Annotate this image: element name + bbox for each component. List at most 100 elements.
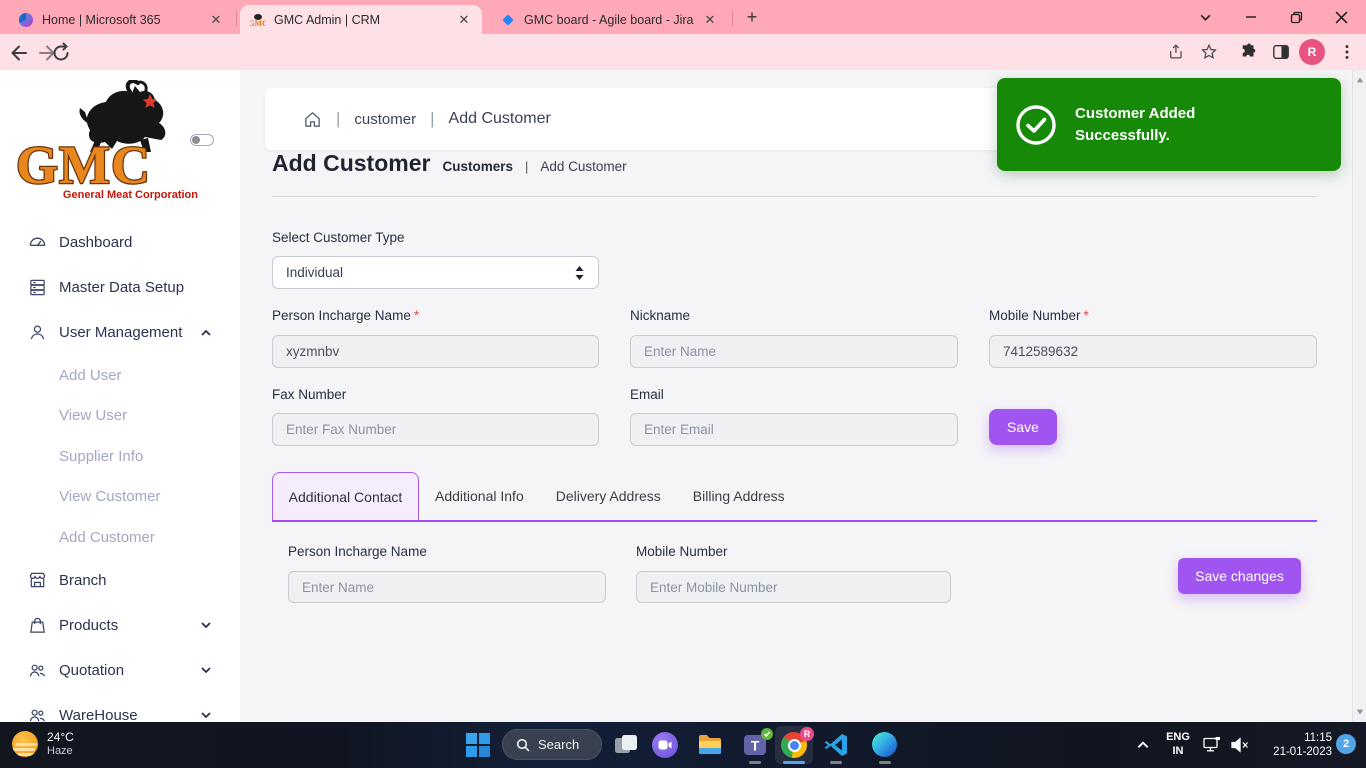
tab-separator xyxy=(732,10,733,26)
chat-icon[interactable] xyxy=(652,732,678,758)
sidebar-item-view-customer[interactable]: View Customer xyxy=(0,477,240,518)
sidebar-item-user-management[interactable]: User Management xyxy=(0,310,240,355)
sidebar: GMC General Meat Corporation Dashboard M… xyxy=(0,70,240,722)
taskbar-search[interactable]: Search xyxy=(502,729,602,760)
window-restore-icon[interactable] xyxy=(1274,0,1318,34)
vscode-icon[interactable] xyxy=(823,732,849,758)
sidebar-item-view-user[interactable]: View User xyxy=(0,396,240,437)
network-icon[interactable] xyxy=(1202,735,1222,755)
sidebar-item-label: Quotation xyxy=(59,662,124,679)
extensions-puzzle-icon[interactable] xyxy=(1240,43,1258,61)
share-icon[interactable] xyxy=(1168,43,1186,61)
new-tab-button[interactable]: + xyxy=(742,8,762,28)
notification-badge[interactable]: 2 xyxy=(1336,734,1356,754)
tab-additional-info[interactable]: Additional Info xyxy=(419,472,540,520)
browser-tab-gmc-admin[interactable]: GMC GMC Admin | CRM ✕ xyxy=(240,5,482,34)
sidebar-item-quotation[interactable]: Quotation xyxy=(0,648,240,693)
page-title: Add Customer xyxy=(272,150,430,177)
browser-profile-avatar[interactable]: R xyxy=(1299,39,1325,65)
language-indicator[interactable]: ENG IN xyxy=(1163,730,1193,759)
tray-chevron-up-icon[interactable] xyxy=(1136,738,1150,752)
mobile-input[interactable] xyxy=(989,335,1317,368)
screen: Home | Microsoft 365 ✕ GMC GMC Admin | C… xyxy=(0,0,1366,768)
chrome-icon[interactable]: R xyxy=(781,732,807,758)
customer-type-select[interactable]: Individual xyxy=(272,256,599,289)
file-explorer-icon[interactable] xyxy=(697,732,723,758)
breadcrumb-separator: | xyxy=(430,109,434,129)
sidebar-item-supplier-info[interactable]: Supplier Info xyxy=(0,436,240,477)
sidebar-item-master-data-setup[interactable]: Master Data Setup xyxy=(0,265,240,310)
breadcrumb-page: Add Customer xyxy=(449,110,551,128)
sidebar-item-label: Master Data Setup xyxy=(59,279,184,296)
success-toast[interactable]: Customer Added Successfully. xyxy=(997,78,1341,171)
task-view-icon[interactable] xyxy=(613,732,639,758)
tab-delivery-address[interactable]: Delivery Address xyxy=(540,472,677,520)
window-minimize-icon[interactable] xyxy=(1229,0,1273,34)
panel-mobile-input[interactable] xyxy=(636,571,951,603)
page-scrollbar[interactable] xyxy=(1352,70,1366,722)
tab-close-icon[interactable]: ✕ xyxy=(702,12,718,28)
person-incharge-input[interactable] xyxy=(272,335,599,368)
email-input[interactable] xyxy=(630,413,958,446)
page-crumb-parent[interactable]: Customers xyxy=(442,159,513,174)
side-panel-icon[interactable] xyxy=(1272,43,1290,61)
weather-haze-icon xyxy=(12,731,38,757)
teams-icon[interactable]: T xyxy=(742,732,768,758)
chevron-down-icon xyxy=(200,619,212,631)
taskbar: 24°C Haze Search T R xyxy=(0,722,1366,768)
tab-close-icon[interactable]: ✕ xyxy=(456,12,472,28)
customer-type-value: Individual xyxy=(286,265,343,280)
fax-input[interactable] xyxy=(272,413,599,446)
sidebar-item-add-customer[interactable]: Add Customer xyxy=(0,517,240,558)
chevron-down-icon xyxy=(200,709,212,721)
select-spinner-icon xyxy=(574,266,585,280)
toast-message: Customer Added Successfully. xyxy=(1075,103,1245,147)
save-button[interactable]: Save xyxy=(989,409,1057,445)
mobile-label: Mobile Number* xyxy=(989,308,1089,323)
edge-icon[interactable] xyxy=(872,732,898,758)
volume-muted-icon[interactable] xyxy=(1230,736,1249,754)
main-content: | customer | Add Customer Customer Added… xyxy=(240,70,1352,722)
browser-tab-microsoft365[interactable]: Home | Microsoft 365 ✕ xyxy=(8,5,234,34)
panel-person-incharge-input[interactable] xyxy=(288,571,606,603)
taskbar-weather-widget[interactable]: 24°C Haze xyxy=(12,730,74,758)
scroll-up-icon[interactable] xyxy=(1356,76,1364,84)
back-icon[interactable] xyxy=(8,42,30,64)
window-close-icon[interactable] xyxy=(1319,0,1363,34)
sidebar-item-dashboard[interactable]: Dashboard xyxy=(0,220,240,265)
sidebar-item-branch[interactable]: Branch xyxy=(0,558,240,603)
user-icon xyxy=(28,323,47,342)
teams-status-badge xyxy=(761,728,773,740)
taskbar-clock[interactable]: 11:15 21-01-2023 xyxy=(1258,731,1332,760)
bookmark-star-icon[interactable] xyxy=(1200,43,1218,61)
sidebar-item-add-user[interactable]: Add User xyxy=(0,355,240,396)
nickname-input[interactable] xyxy=(630,335,958,368)
window-menu-chevron-icon[interactable] xyxy=(1183,0,1227,34)
home-icon[interactable] xyxy=(303,110,322,129)
reload-icon[interactable] xyxy=(50,42,72,64)
windows-start-icon[interactable] xyxy=(465,732,491,758)
fax-label: Fax Number xyxy=(272,387,346,402)
dashboard-icon xyxy=(28,233,47,252)
email-label: Email xyxy=(630,387,664,402)
tray-date: 21-01-2023 xyxy=(1258,745,1332,759)
page-title-row: Add Customer Customers | Add Customer xyxy=(272,150,627,177)
breadcrumb-section[interactable]: customer xyxy=(354,111,416,128)
required-asterisk: * xyxy=(414,308,419,323)
sidebar-item-products[interactable]: Products xyxy=(0,603,240,648)
scroll-down-icon[interactable] xyxy=(1356,708,1364,716)
microsoft365-favicon xyxy=(18,12,34,28)
browser-menu-kebab-icon[interactable] xyxy=(1338,43,1356,61)
title-divider xyxy=(272,196,1317,197)
tab-billing-address[interactable]: Billing Address xyxy=(677,472,801,520)
crumb-separator: | xyxy=(525,159,528,174)
save-changes-button[interactable]: Save changes xyxy=(1178,558,1301,594)
weather-condition: Haze xyxy=(47,745,74,758)
gmc-logo: GMC General Meat Corporation xyxy=(12,80,212,210)
tab-additional-contact[interactable]: Additional Contact xyxy=(272,472,419,520)
sidebar-toggle-switch[interactable] xyxy=(190,134,214,146)
tabs-underline xyxy=(272,520,1317,522)
bag-icon xyxy=(28,616,47,635)
tab-close-icon[interactable]: ✕ xyxy=(208,12,224,28)
browser-tab-jira[interactable]: GMC board - Agile board - Jira ✕ xyxy=(490,5,728,34)
